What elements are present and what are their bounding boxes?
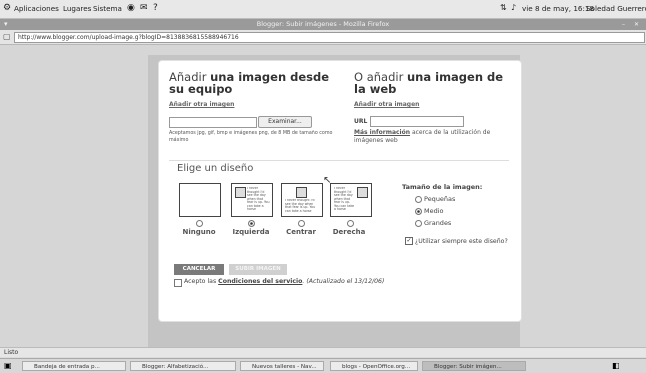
menu-system[interactable]: Sistema xyxy=(93,4,122,13)
browse-button[interactable]: Examinar... xyxy=(258,116,312,128)
layout-center-thumbnail[interactable]: I never thought I'd see the day when tha… xyxy=(281,183,323,217)
size-large-radio[interactable] xyxy=(415,220,422,227)
more-info-link[interactable]: Más información xyxy=(354,129,410,136)
show-desktop-icon[interactable]: ▣ xyxy=(4,361,12,370)
close-icon[interactable]: ✕ xyxy=(634,19,639,30)
minimize-icon[interactable]: – xyxy=(622,19,625,30)
sample-text: I never thought I'd see the day when tha… xyxy=(285,199,315,213)
layout-left-radio[interactable] xyxy=(248,220,255,227)
menu-places[interactable]: Lugares xyxy=(63,4,91,13)
task-inbox[interactable]: Bandeja de entrada p... xyxy=(22,361,126,371)
window-titlebar: Blogger: Subir imágenes - Mozilla Firefo… xyxy=(0,19,646,30)
accept-terms-checkbox[interactable] xyxy=(174,279,182,287)
status-bar: Listo xyxy=(0,347,646,357)
navigation-toolbar: ▢ http://www.blogger.com/upload-image.g?… xyxy=(0,30,646,45)
layout-none-radio[interactable] xyxy=(196,220,203,227)
url-label: URL xyxy=(354,118,368,125)
task-nuevos-talleres[interactable]: Nuevos talleres - Nav... xyxy=(240,361,324,371)
size-medium-label[interactable]: Medio xyxy=(424,207,444,215)
page-icon: ▢ xyxy=(3,32,11,41)
workspace-switcher-icon[interactable]: ◧ xyxy=(612,361,620,370)
layout-none-thumbnail[interactable] xyxy=(179,183,221,217)
terms-of-service-link[interactable]: Condiciones del servicio xyxy=(218,278,302,285)
accepted-formats-note: Aceptamos jpg, gif, bmp e imágenes png, … xyxy=(169,131,333,143)
image-placeholder-icon xyxy=(296,187,307,198)
add-another-image-link[interactable]: Añadir otra imagen xyxy=(169,101,234,108)
help-icon[interactable]: ? xyxy=(153,3,158,13)
network-icon[interactable]: ⇅ xyxy=(500,3,507,12)
page-content: Añadir una imagen desde su equipo Añadir… xyxy=(0,45,646,347)
layout-right-thumbnail[interactable]: I never thought I'd see the day when tha… xyxy=(330,183,372,217)
sample-text: I never thought I'd see the day when tha… xyxy=(247,187,270,211)
upload-image-button[interactable]: SUBIR IMAGEN xyxy=(229,264,287,275)
window-menu-icon[interactable]: ▾ xyxy=(4,19,8,30)
gnome-foot-icon[interactable]: ⚙ xyxy=(3,3,11,13)
size-large-label[interactable]: Grandes xyxy=(424,219,451,227)
menu-applications[interactable]: Aplicaciones xyxy=(14,4,59,13)
layout-right-radio[interactable] xyxy=(347,220,354,227)
always-use-label[interactable]: ¿Utilizar siempre este diseño? xyxy=(401,237,509,246)
section-divider xyxy=(169,160,509,161)
mouse-cursor-icon: ↖ xyxy=(323,175,332,186)
task-blogger-alfabetizacion[interactable]: Blogger: Alfabetizació... xyxy=(130,361,236,371)
size-medium-radio[interactable] xyxy=(415,208,422,215)
image-size-heading: Tamaño de la imagen: xyxy=(402,183,483,191)
accept-terms-label: Acepto las Condiciones del servicio. (Ac… xyxy=(184,278,385,285)
layout-center-label[interactable]: Centrar xyxy=(276,228,326,236)
layout-right-label[interactable]: Derecha xyxy=(324,228,374,236)
size-small-radio[interactable] xyxy=(415,196,422,203)
more-info-text: Más información acerca de la utilización… xyxy=(354,129,491,144)
task-openoffice[interactable]: blogs - OpenOffice.org... xyxy=(330,361,418,371)
clock[interactable]: vie 8 de may, 16:18 xyxy=(522,4,594,13)
add-another-web-image-link[interactable]: Añadir otra imagen xyxy=(354,101,419,108)
file-path-input[interactable] xyxy=(169,117,257,128)
upload-from-computer-heading: Añadir una imagen desde su equipo xyxy=(169,70,330,96)
layout-left-label[interactable]: Izquierda xyxy=(225,228,277,236)
image-url-input[interactable] xyxy=(370,116,464,127)
upload-dialog: Añadir una imagen desde su equipo Añadir… xyxy=(158,60,522,322)
size-small-label[interactable]: Pequeñas xyxy=(424,195,455,203)
layout-left-thumbnail[interactable]: I never thought I'd see the day when tha… xyxy=(231,183,273,217)
sample-text: I never thought I'd see the day when tha… xyxy=(334,187,355,211)
image-placeholder-icon xyxy=(357,187,368,198)
user-name[interactable]: Soledad Guerrero xyxy=(586,4,646,13)
volume-icon[interactable]: ♪ xyxy=(511,3,516,12)
top-panel: ⚙ Aplicaciones Lugares Sistema ◉ ✉ ? ⇅ ♪… xyxy=(0,0,646,19)
layout-none-label[interactable]: Ninguno xyxy=(175,228,223,236)
taskbar: ▣ Bandeja de entrada p... Blogger: Alfab… xyxy=(0,358,646,373)
window-title: Blogger: Subir imágenes - Mozilla Firefo… xyxy=(256,20,390,28)
image-placeholder-icon xyxy=(235,187,246,198)
task-blogger-subir[interactable]: Blogger: Subir imágen... xyxy=(422,361,526,371)
upload-from-web-heading: O añadir una imagen de la web xyxy=(354,70,504,96)
layout-heading: Elige un diseño xyxy=(177,163,254,174)
url-field[interactable]: http://www.blogger.com/upload-image.g?bl… xyxy=(14,32,645,43)
firefox-launcher-icon[interactable]: ◉ xyxy=(127,3,135,13)
email-launcher-icon[interactable]: ✉ xyxy=(140,3,148,13)
layout-center-radio[interactable] xyxy=(298,220,305,227)
cancel-button[interactable]: CANCELAR xyxy=(174,264,224,275)
